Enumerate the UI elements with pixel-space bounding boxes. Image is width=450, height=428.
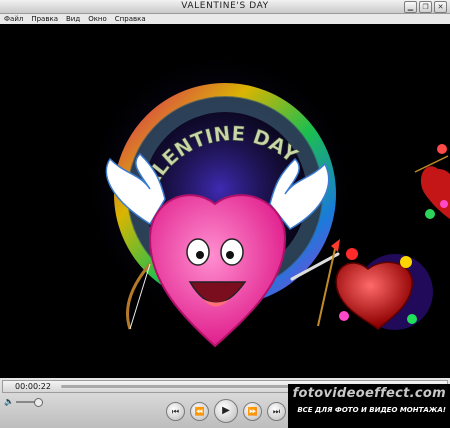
video-area[interactable]: VALENTINE DAY (0, 24, 450, 378)
play-button[interactable]: ▶ (214, 399, 238, 423)
edge-hearts (414, 144, 450, 219)
menu-window[interactable]: Окно (84, 14, 111, 24)
transport-controls: ⏮ ⏪ ▶ ⏩ ⏭ (166, 399, 286, 423)
rewind-icon: ⏪ (194, 406, 205, 416)
restore-icon: ❐ (422, 3, 429, 11)
small-heart-yellow (400, 256, 412, 268)
video-frame: VALENTINE DAY (80, 49, 450, 348)
menu-view[interactable]: Вид (62, 14, 84, 24)
skip-back-icon: ⏮ (171, 406, 180, 416)
volume-control: 🔈 (4, 398, 43, 407)
watermark-subtitle: ВСЕ ДЛЯ ФОТО И ВИДЕО МОНТАЖА! (297, 406, 446, 414)
right-pupil (226, 251, 234, 259)
menu-bar: Файл Правка Вид Окно Справка (0, 14, 450, 24)
window-controls: ▁ ❐ ✕ (404, 1, 447, 13)
minimize-icon: ▁ (407, 3, 414, 11)
minimize-button[interactable]: ▁ (404, 1, 417, 13)
play-icon: ▶ (222, 405, 230, 416)
volume-icon[interactable]: 🔈 (4, 398, 14, 406)
watermark: fotovideoeffect.com ВСЕ ДЛЯ ФОТО И ВИДЕО… (288, 384, 450, 428)
skip-back-button[interactable]: ⏮ (166, 401, 185, 421)
menu-edit[interactable]: Правка (27, 14, 62, 24)
left-pupil (196, 251, 204, 259)
cupid-heart (148, 194, 287, 348)
rewind-button[interactable]: ⏪ (190, 401, 209, 421)
volume-slider[interactable] (16, 398, 43, 407)
close-icon: ✕ (437, 3, 444, 11)
window-title: VALENTINE'S DAY (181, 1, 269, 11)
fast-forward-button[interactable]: ⏩ (243, 401, 262, 421)
menu-help[interactable]: Справка (111, 14, 150, 24)
volume-knob[interactable] (34, 398, 43, 407)
small-heart-pink (339, 311, 349, 321)
small-heart-red (346, 248, 358, 260)
close-button[interactable]: ✕ (434, 1, 447, 13)
title-bar: VALENTINE'S DAY ▁ ❐ ✕ (0, 0, 450, 14)
restore-button[interactable]: ❐ (419, 1, 432, 13)
skip-forward-icon: ⏭ (272, 406, 281, 416)
small-heart-green (407, 314, 417, 324)
current-time: 00:00:22 (15, 382, 51, 391)
menu-file[interactable]: Файл (0, 14, 27, 24)
watermark-domain: fotovideoeffect.com (292, 386, 446, 401)
skip-forward-button[interactable]: ⏭ (267, 401, 286, 421)
fast-forward-icon: ⏩ (247, 406, 258, 416)
